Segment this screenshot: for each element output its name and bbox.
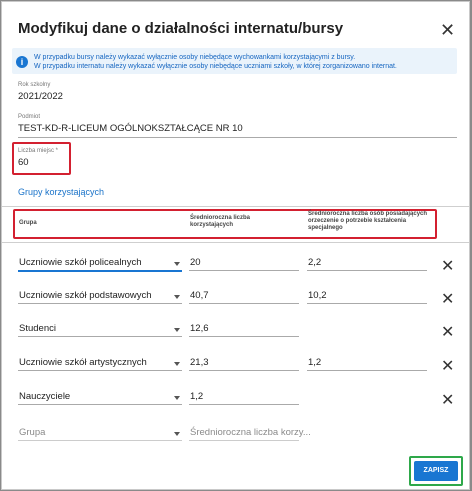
places-label: Liczba miejsc *	[18, 148, 59, 154]
special-input[interactable]: 2,2	[308, 257, 321, 268]
special-input[interactable]: 1,2	[308, 357, 321, 368]
save-button[interactable]: ZAPISZ	[414, 461, 458, 481]
info-text: W przypadku bursy należy wykazać wyłączn…	[34, 53, 397, 71]
header-avg: Średnioroczna liczba korzystających	[190, 215, 251, 228]
avg-underline	[189, 270, 299, 271]
chevron-down-icon[interactable]	[174, 295, 180, 299]
special-input[interactable]: 10,2	[308, 290, 327, 301]
header-top-divider	[2, 206, 469, 207]
entity-field: Podmiot TEST-KD-R-LICEUM OGÓLNOKSZTAŁCĄC…	[18, 114, 243, 134]
save-highlight: ZAPISZ	[409, 456, 463, 486]
avg-underline	[189, 404, 299, 405]
chevron-down-icon[interactable]	[174, 396, 180, 400]
group-select-underline	[18, 370, 182, 371]
header-avg-special: Średnioroczna liczba osób posiadających …	[308, 211, 428, 231]
groups-title: Grupy korzystających	[18, 187, 105, 197]
new-group-select[interactable]: Grupa	[19, 427, 45, 438]
school-year-label: Rok szkolny	[18, 82, 51, 88]
group-select-underline	[18, 336, 182, 337]
special-underline	[307, 303, 427, 304]
group-select[interactable]: Uczniowie szkół artystycznych	[19, 357, 147, 368]
avg-underline	[189, 336, 299, 337]
new-group-underline	[18, 440, 182, 441]
info-line: W przypadku internatu należy wykazać wył…	[34, 63, 397, 70]
info-banner: i W przypadku bursy należy wykazać wyłąc…	[12, 48, 457, 74]
group-select[interactable]: Uczniowie szkół policealnych	[19, 257, 142, 268]
new-avg-underline	[189, 440, 299, 441]
chevron-down-icon[interactable]	[174, 432, 180, 436]
info-icon: i	[16, 56, 28, 68]
special-underline	[307, 270, 427, 271]
group-select-underline	[18, 303, 182, 304]
entity-label: Podmiot	[18, 114, 41, 120]
avg-underline	[189, 370, 299, 371]
remove-row-icon[interactable]: ✕	[441, 359, 454, 375]
group-select[interactable]: Uczniowie szkół podstawowych	[19, 290, 152, 301]
info-line: W przypadku bursy należy wykazać wyłączn…	[34, 54, 356, 61]
places-input[interactable]: 60	[18, 157, 58, 168]
avg-underline	[189, 303, 299, 304]
places-field[interactable]: Liczba miejsc * 60	[18, 148, 58, 168]
edit-dialog: Modyfikuj dane o działalności internatu/…	[1, 1, 470, 490]
group-select-underline	[18, 404, 182, 405]
school-year-field: Rok szkolny 2021/2022	[18, 82, 63, 102]
entity-value: TEST-KD-R-LICEUM OGÓLNOKSZTAŁCĄCE NR 10	[18, 123, 243, 134]
group-select-underline	[18, 270, 182, 272]
remove-row-icon[interactable]: ✕	[441, 325, 454, 341]
close-icon[interactable]: ✕	[440, 20, 455, 41]
remove-row-icon[interactable]: ✕	[441, 292, 454, 308]
header-bottom-divider	[2, 242, 469, 243]
remove-row-icon[interactable]: ✕	[441, 393, 454, 409]
special-underline	[307, 370, 427, 371]
avg-input[interactable]: 12,6	[190, 323, 209, 334]
group-select[interactable]: Studenci	[19, 323, 56, 334]
entity-underline	[18, 137, 457, 138]
school-year-value: 2021/2022	[18, 91, 63, 102]
chevron-down-icon[interactable]	[174, 362, 180, 366]
chevron-down-icon[interactable]	[174, 328, 180, 332]
group-select[interactable]: Nauczyciele	[19, 391, 70, 402]
avg-input[interactable]: 20	[190, 257, 201, 268]
avg-input[interactable]: 40,7	[190, 290, 209, 301]
header-group: Grupa	[19, 220, 37, 226]
remove-row-icon[interactable]: ✕	[441, 259, 454, 275]
avg-input[interactable]: 21,3	[190, 357, 209, 368]
chevron-down-icon[interactable]	[174, 262, 180, 266]
new-avg-input[interactable]: Średnioroczna liczba korzy...	[190, 427, 311, 438]
avg-input[interactable]: 1,2	[190, 391, 203, 402]
dialog-title: Modyfikuj dane o działalności internatu/…	[18, 20, 344, 37]
